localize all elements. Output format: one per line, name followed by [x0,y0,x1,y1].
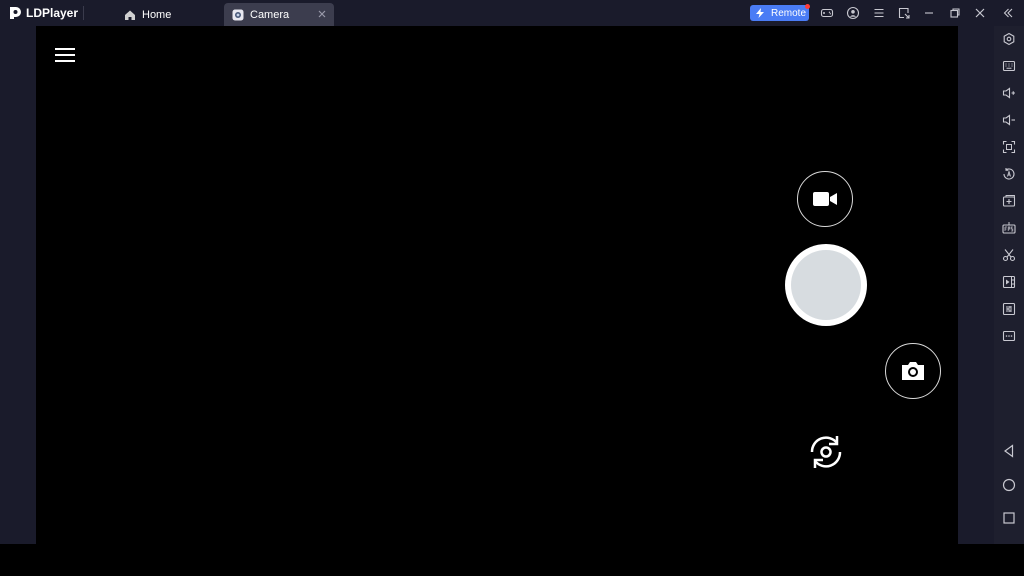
lightning-icon [756,8,764,18]
tab-camera-label: Camera [250,8,290,21]
shutter-button[interactable] [785,244,867,326]
camera-app-icon [232,9,244,20]
video-record-icon[interactable] [1002,275,1016,289]
fps-icon[interactable] [1002,221,1016,235]
more-icon[interactable] [1002,329,1016,343]
right-margin [958,26,994,544]
camera-viewfinder[interactable] [36,26,958,544]
photo-mode-icon [902,362,924,380]
volume-down-icon[interactable] [1002,113,1016,127]
back-icon[interactable] [1002,444,1016,458]
minimize-icon[interactable] [922,6,936,20]
shutter-inner [791,250,861,320]
photo-mode-button[interactable] [885,343,941,399]
switch-camera-icon[interactable] [804,430,848,474]
volume-up-icon[interactable] [1002,86,1016,100]
home-icon [125,10,135,20]
scissors-icon[interactable] [1002,248,1016,262]
remote-label: Remote [771,7,807,19]
video-mode-button[interactable] [797,171,853,227]
recent-apps-icon[interactable] [1002,511,1016,525]
left-margin [0,26,36,544]
rotate-icon[interactable] [1002,167,1016,181]
title-bar: LDPlayer Home Camera Remote [0,0,1024,26]
tab-home[interactable]: Home [112,3,222,26]
collapse-icon[interactable] [1001,6,1015,20]
install-apk-icon[interactable] [1002,194,1016,208]
tab-close-icon[interactable] [316,8,328,20]
bottom-bar [0,544,1024,576]
emulator-sidebar [994,26,1024,544]
tab-camera[interactable]: Camera [224,3,334,26]
home-circle-icon[interactable] [1002,478,1016,492]
app-name: LDPlayer [26,6,79,20]
gamepad-icon[interactable] [820,6,834,20]
menu-icon[interactable] [872,6,886,20]
app-logo: LDPlayer [8,4,78,22]
title-divider [83,6,84,20]
tab-home-label: Home [142,8,172,21]
settings-icon[interactable] [1002,32,1016,46]
fullscreen-icon[interactable] [1002,140,1016,154]
notification-dot [805,4,810,9]
resize-icon[interactable] [897,6,911,20]
operation-record-icon[interactable] [1002,302,1016,316]
keyboard-mapping-icon[interactable] [1002,59,1016,73]
restore-icon[interactable] [948,6,962,20]
remote-button[interactable]: Remote [750,4,810,21]
hamburger-menu-icon[interactable] [54,46,76,64]
ldplayer-logo-icon [10,7,21,19]
account-icon[interactable] [846,6,860,20]
video-mode-icon [813,192,837,206]
close-icon[interactable] [973,6,987,20]
